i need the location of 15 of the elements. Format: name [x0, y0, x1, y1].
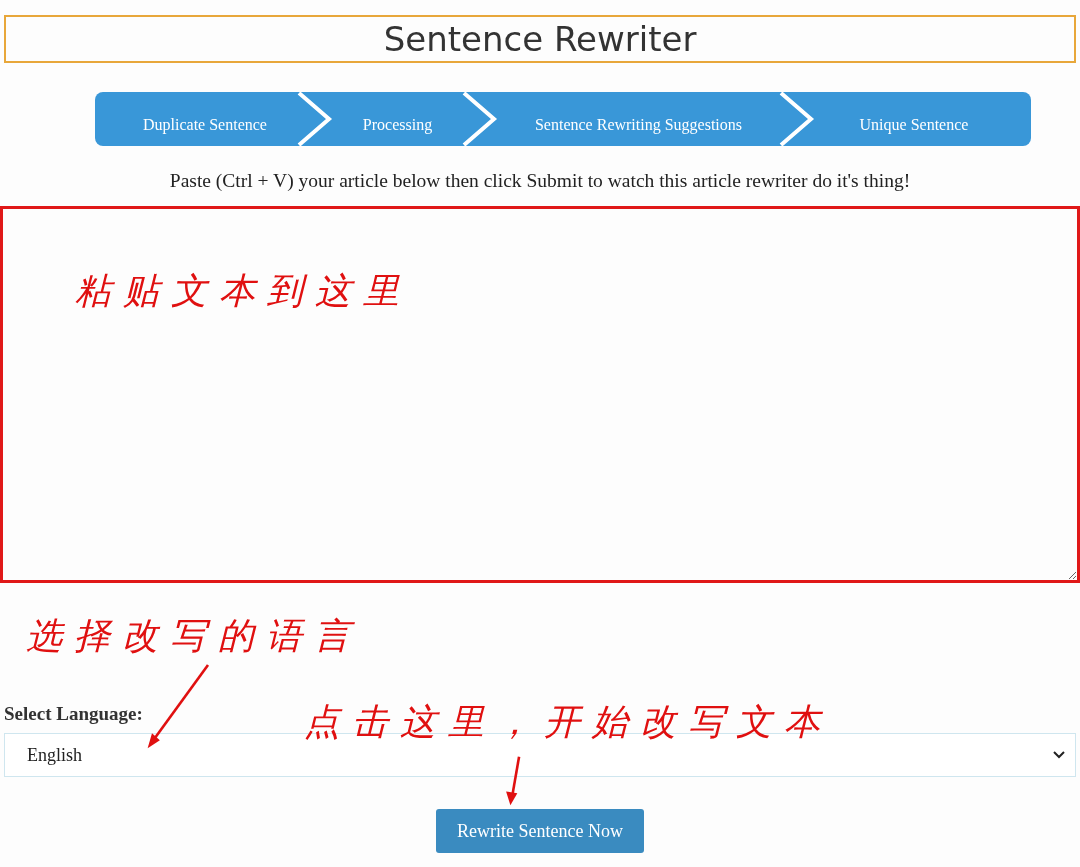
caret-icon: [1053, 751, 1065, 759]
progress-step: Duplicate Sentence: [95, 92, 315, 146]
field-label: Select Language:: [4, 703, 143, 725]
chevron-icon: [297, 92, 333, 146]
instruction-text: Paste (Ctrl + V) your article below then click Submit to watch this article rewriter do it's thing!: [168, 170, 912, 192]
article-text-area[interactable]: [0, 206, 1080, 583]
rewrite-button[interactable]: Rewrite Sentence Now: [436, 809, 644, 853]
progress-step: Processing: [315, 92, 480, 146]
progress-step: Unique Sentence: [797, 92, 1031, 146]
annotation-text: 粘贴文本到这里: [75, 269, 411, 313]
chevron-icon: [779, 92, 815, 146]
progress-step: Sentence Rewriting Suggestions: [480, 92, 797, 146]
annotation-text: 选择改写的语言: [26, 614, 362, 658]
page-title: Sentence Rewriter: [4, 15, 1076, 63]
chevron-icon: [462, 92, 498, 146]
